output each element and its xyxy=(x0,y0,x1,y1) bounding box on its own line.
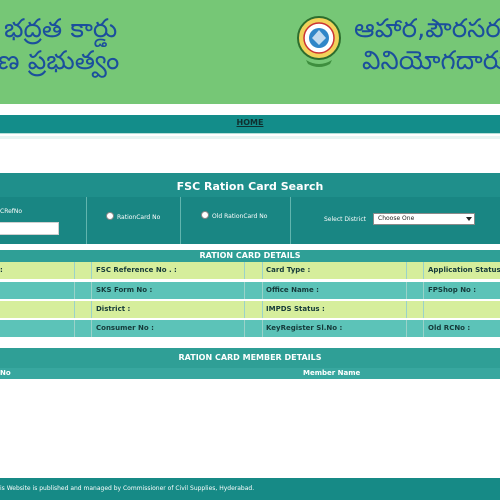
member-details-title: RATION CARD MEMBER DETAILS xyxy=(178,353,322,362)
header-title-left-line2: ణ ప్రభుత్వం xyxy=(0,46,120,76)
member-table-header: No Member Name xyxy=(0,368,500,379)
footer-text: is Website is published and managed by C… xyxy=(0,485,255,492)
details-row: SKS Form No : Office Name : FPShop No : xyxy=(0,282,500,299)
member-details-title-bar: RATION CARD MEMBER DETAILS xyxy=(0,348,500,368)
details-row: District : IMPDS Status : xyxy=(0,301,500,318)
district-label: Select District xyxy=(324,216,366,223)
details-row: : FSC Reference No . : Card Type : Appli… xyxy=(0,262,500,279)
cell-divider xyxy=(180,197,181,244)
details-label: Old RCNo : xyxy=(428,324,471,332)
site-header: భద్రత కార్డు ణ ప్రభుత్వం ఆహార,పౌరసరఫ విన… xyxy=(0,0,500,104)
details-label: IMPDS Status : xyxy=(266,305,325,313)
details-label: Consumer No : xyxy=(96,324,154,332)
district-select[interactable]: Choose One xyxy=(373,213,475,225)
divider-strip xyxy=(0,136,500,139)
header-title-right-line2: వినియోగదారుల xyxy=(362,46,500,76)
chevron-down-icon xyxy=(466,217,472,221)
ration-details-title: RATION CARD DETAILS xyxy=(0,250,500,262)
header-title-left-line1: భద్రత కార్డు xyxy=(4,14,118,44)
rationcard-radio[interactable] xyxy=(106,212,114,220)
home-link[interactable]: HOME xyxy=(0,118,500,127)
site-footer: is Website is published and managed by C… xyxy=(0,478,500,500)
option-refno-label: CRefNo xyxy=(0,208,23,215)
cell-divider xyxy=(290,197,291,244)
details-label: FSC Reference No . : xyxy=(96,266,177,274)
header-title-right-line1: ఆహార,పౌరసరఫ xyxy=(354,14,500,44)
details-label: FPShop No : xyxy=(428,286,477,294)
old-rationcard-radio[interactable] xyxy=(201,211,209,219)
nav-bar: HOME xyxy=(0,115,500,134)
search-panel: FSC Ration Card Search xyxy=(0,173,500,244)
refno-input[interactable] xyxy=(0,222,59,235)
details-row: Consumer No : KeyRegister Sl.No : Old RC… xyxy=(0,320,500,337)
search-title: FSC Ration Card Search xyxy=(176,180,324,193)
details-label: District : xyxy=(96,305,131,313)
cell-divider xyxy=(86,197,87,244)
column-header-no: No xyxy=(0,369,11,377)
district-selected-value: Choose One xyxy=(378,215,415,222)
option-old-rationcard-label: Old RationCard No xyxy=(212,213,268,220)
details-label: SKS Form No : xyxy=(96,286,153,294)
government-seal-icon xyxy=(294,14,344,70)
details-label: Card Type : xyxy=(266,266,311,274)
details-label: Office Name : xyxy=(266,286,319,294)
option-rationcard-label: RationCard No xyxy=(117,214,161,221)
column-header-member-name: Member Name xyxy=(303,369,361,377)
details-label: Application Status xyxy=(428,266,500,274)
details-label: KeyRegister Sl.No : xyxy=(266,324,343,332)
details-label: : xyxy=(0,266,3,274)
